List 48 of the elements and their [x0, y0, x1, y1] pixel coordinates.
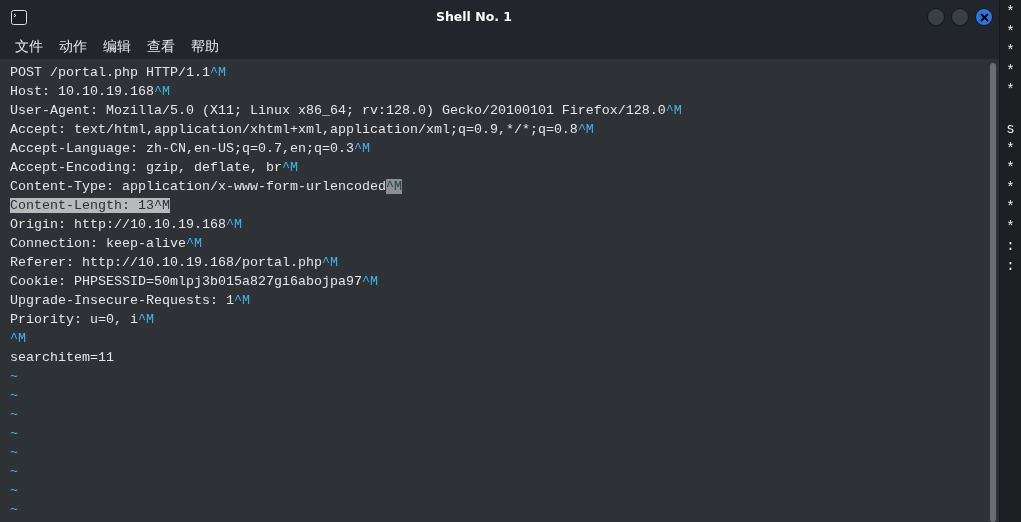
terminal-text: *: [1006, 160, 1015, 176]
minimize-button[interactable]: [927, 8, 945, 26]
terminal-text: *: [1006, 199, 1015, 215]
terminal-text: *: [1006, 23, 1015, 40]
terminal-text: :: [1006, 257, 1015, 274]
terminal-line: Priority: u=0, i^M: [10, 312, 154, 327]
terminal-icon: [11, 9, 27, 25]
terminal-text: *: [1006, 179, 1015, 196]
terminal-line: ~: [10, 483, 18, 498]
terminal-line: Accept-Language: zh-CN,en-US;q=0.7,en;q=0.3^M: [10, 141, 370, 156]
terminal-line: POST /portal.php HTTP/1.1^M: [10, 65, 226, 80]
terminal-line: searchitem=11: [10, 350, 114, 365]
terminal-line: Connection: keep-alive^M: [10, 236, 202, 251]
terminal-text: *: [1006, 4, 1015, 20]
terminal-line: Accept-Encoding: gzip, deflate, br^M: [10, 160, 298, 175]
menu-item[interactable]: 编辑: [98, 36, 136, 57]
close-icon: [979, 12, 989, 22]
terminal-line: ~: [10, 464, 18, 479]
terminal-text: *: [1006, 43, 1015, 59]
terminal-text: *: [1006, 218, 1015, 235]
menu-item[interactable]: 动作: [54, 36, 92, 57]
terminal-line: Host: 10.10.19.168^M: [10, 84, 170, 99]
terminal-line: Referer: http://10.10.19.168/portal.php^M: [10, 255, 338, 270]
terminal-line: Accept: text/html,application/xhtml+xml,application/xml;q=0.9,*/*;q=0.8^M: [10, 122, 594, 137]
maximize-button[interactable]: [951, 8, 969, 26]
terminal-line: ^M: [10, 331, 26, 346]
terminal-text: :: [1006, 238, 1015, 254]
terminal-line: ~: [10, 502, 18, 517]
terminal-text: *: [1006, 82, 1015, 98]
window-title: Shell No. 1: [434, 7, 514, 26]
terminal-line: ~: [10, 426, 18, 441]
terminal-line: ~: [10, 407, 18, 422]
terminal-line: Upgrade-Insecure-Requests: 1^M: [10, 293, 250, 308]
scrollbar[interactable]: [990, 63, 996, 522]
terminal-text: *: [1006, 62, 1015, 79]
menu-item[interactable]: 文件: [10, 36, 48, 57]
close-button[interactable]: [975, 8, 993, 26]
menu-item[interactable]: 查看: [142, 36, 180, 57]
terminal-line: Content-Type: application/x-www-form-urlencoded^M: [10, 179, 402, 194]
terminal-line: User-Agent: Mozilla/5.0 (X11; Linux x86_64; rv:128.0) Gecko/20100101 Firefox/128.0^M: [10, 103, 682, 118]
terminal-line: Origin: http://10.10.19.168^M: [10, 217, 242, 232]
terminal-line: ~: [10, 388, 18, 403]
terminal-line: ~: [10, 445, 18, 460]
menu-item[interactable]: 帮助: [186, 36, 224, 57]
terminal-text: s: [1006, 121, 1015, 137]
terminal-text: *: [1006, 140, 1015, 157]
terminal-line: ~: [10, 369, 18, 384]
terminal-line: Cookie: PHPSESSID=50mlpj3b015a827gi6abojpa97^M: [10, 274, 378, 289]
